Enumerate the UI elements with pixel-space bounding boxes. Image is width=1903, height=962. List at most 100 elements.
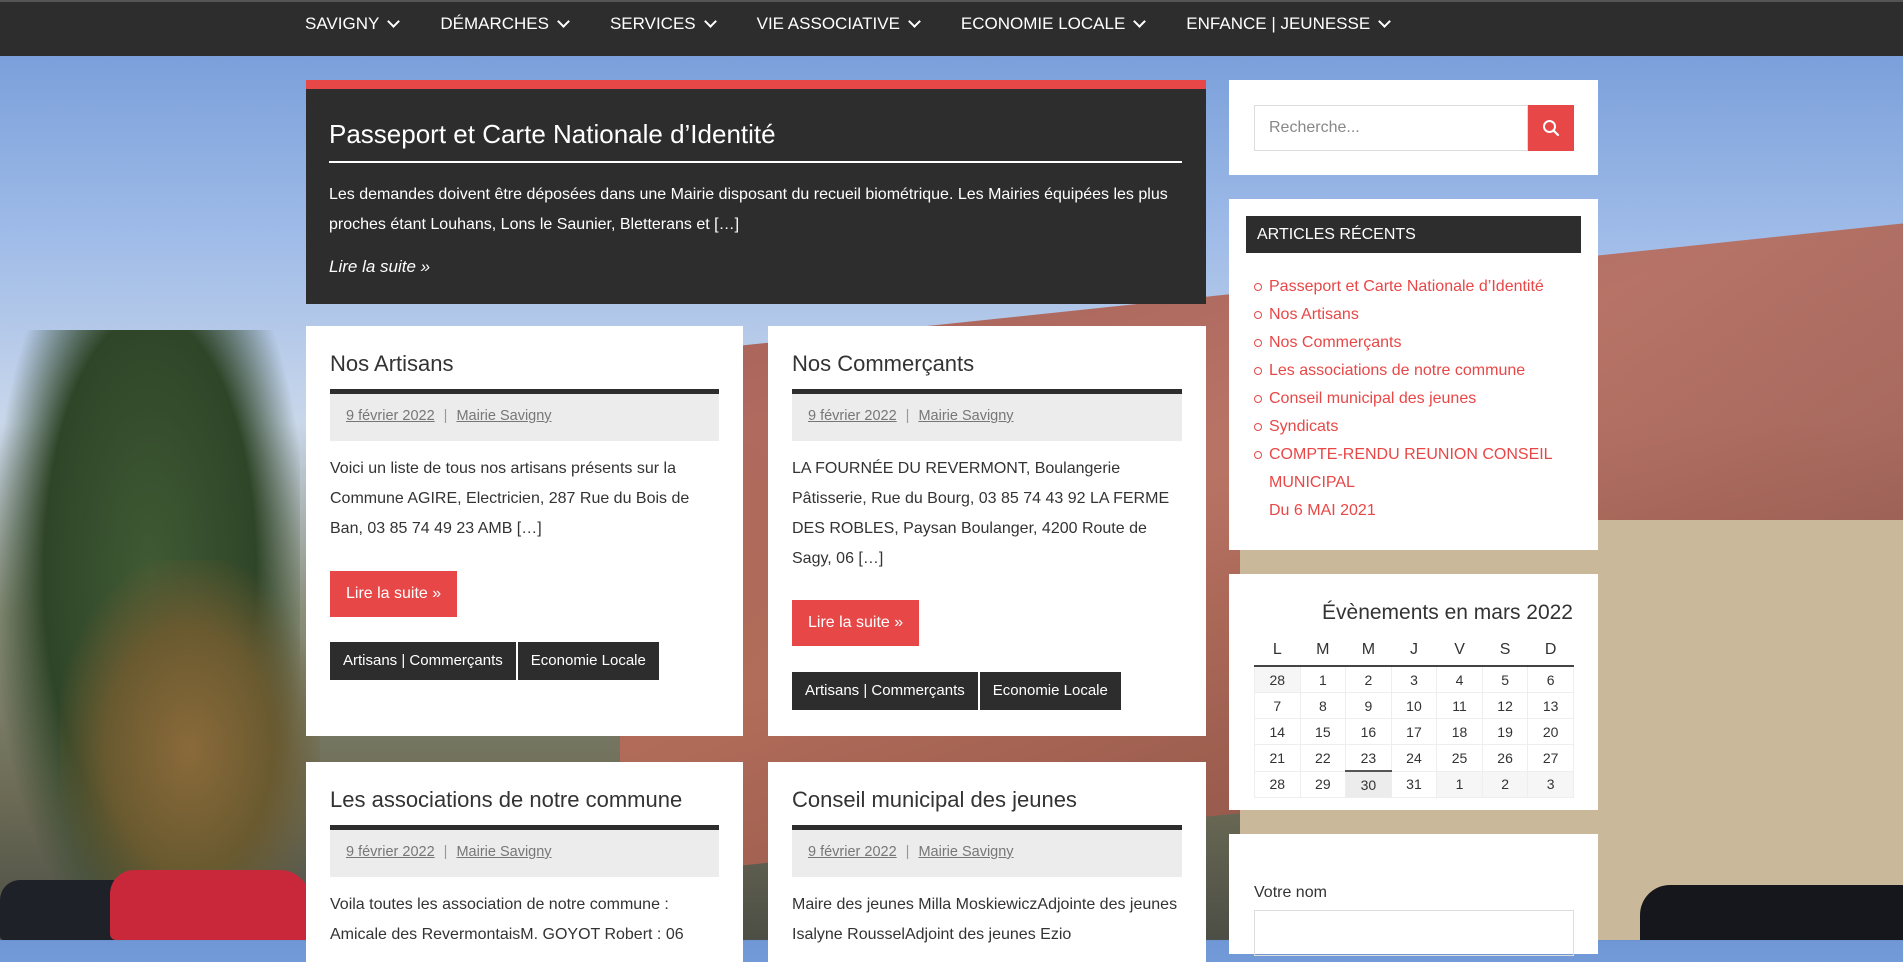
calendar-day[interactable]: 31 [1390,770,1438,798]
calendar-day[interactable]: 21 [1254,744,1301,772]
calendar-day[interactable]: 26 [1481,744,1529,772]
calendar-day[interactable]: 10 [1390,692,1438,719]
calendar-day[interactable]: 25 [1436,744,1483,772]
chevron-down-icon [703,15,717,28]
search-widget: Recherche... [1229,80,1598,175]
calendar-week: 28 29 30 31 1 2 3 [1254,770,1574,798]
post-title[interactable]: Nos Commerçants [792,351,974,377]
read-more-button[interactable]: Lire la suite » [792,600,920,646]
featured-divider [329,161,1182,163]
calendar-day[interactable]: 6 [1527,665,1574,693]
calendar-day[interactable]: 3 [1390,665,1438,693]
read-more-button[interactable]: Lire la suite » [330,571,458,617]
calendar-week: 14 15 16 17 18 19 20 [1254,718,1574,745]
events-calendar-widget: Évènements en mars 2022 LMMJVSD 28 1 2 3 4 5 6… [1229,574,1598,810]
tag-artisans-commercants[interactable]: Artisans | Commerçants [330,642,516,680]
calendar-day[interactable]: 7 [1254,692,1301,719]
post-title[interactable]: Conseil municipal des jeunes [792,787,1077,813]
post-tags: Artisans | Commerçants Economie Locale [792,672,1123,710]
calendar-weekday: M [1345,635,1392,667]
recent-post-link[interactable]: Passeport et Carte Nationale d’Identité [1254,273,1569,301]
recent-post-link[interactable]: Les associations de notre commune [1254,357,1569,385]
recent-post-link[interactable]: Nos Artisans [1254,301,1569,329]
nav-item-vie-associative[interactable]: VIE ASSOCIATIVE [757,2,921,46]
recent-post-link[interactable]: Nos Commerçants [1254,329,1569,357]
calendar-weekday: M [1300,635,1346,667]
chevron-down-icon [908,15,921,28]
post-author-link[interactable]: Mairie Savigny [456,408,551,424]
meta-separator: | [905,408,910,424]
post-date-link[interactable]: 9 février 2022 [808,844,897,860]
recent-post-link[interactable]: Conseil municipal des jeunes [1254,385,1569,413]
featured-read-more-link[interactable]: Lire la suite » [329,257,430,277]
recent-post-link[interactable]: Syndicats [1254,413,1569,441]
calendar-week: 7 8 9 10 11 12 13 [1254,692,1574,719]
calendar-day[interactable]: 28 [1254,770,1301,798]
calendar-day[interactable]: 22 [1299,744,1347,772]
calendar-day[interactable]: 13 [1527,692,1574,719]
featured-post-excerpt: Les demandes doivent être déposées dans … [329,186,1168,233]
post-date-link[interactable]: 9 février 2022 [808,408,897,424]
search-button[interactable] [1528,105,1574,151]
tag-economie-locale[interactable]: Economie Locale [517,642,659,680]
post-date-link[interactable]: 9 février 2022 [346,408,435,424]
calendar-day[interactable]: 2 [1345,665,1392,693]
calendar-title: Évènements en mars 2022 [1322,601,1573,624]
calendar-day[interactable]: 9 [1345,692,1392,719]
recent-post-link[interactable]: COMPTE-RENDU REUNION CONSEIL MUNICIPAL Du… [1254,441,1569,525]
nav-item-demarches[interactable]: DÉMARCHES [440,2,570,46]
calendar-week: 21 22 23 24 25 26 27 [1254,744,1574,772]
calendar-day[interactable]: 24 [1390,744,1438,772]
calendar-day[interactable]: 19 [1481,718,1529,745]
recent-posts-list: Passeport et Carte Nationale d’Identité … [1254,273,1569,525]
calendar-day[interactable]: 20 [1527,718,1574,745]
post-card-conseil-jeunes: Conseil municipal des jeunes 9 février 2… [768,762,1206,962]
calendar-day[interactable]: 3 [1527,770,1574,798]
nav-item-services[interactable]: SERVICES [610,2,717,46]
calendar-day[interactable]: 1 [1299,665,1347,693]
post-title[interactable]: Les associations de notre commune [330,787,682,813]
nav-item-enfance-jeunesse[interactable]: ENFANCE | JEUNESSE [1186,2,1392,46]
tag-economie-locale[interactable]: Economie Locale [979,672,1121,710]
search-input[interactable]: Recherche... [1254,105,1528,151]
post-card-associations: Les associations de notre commune 9 févr… [306,762,743,962]
post-author-link[interactable]: Mairie Savigny [918,408,1013,424]
calendar-day[interactable]: 18 [1436,718,1483,745]
nav-item-savigny[interactable]: SAVIGNY [305,2,401,46]
calendar-day[interactable]: 30 [1345,770,1392,798]
calendar-week: 28 1 2 3 4 5 6 [1254,665,1574,693]
calendar-day[interactable]: 11 [1436,692,1483,719]
calendar-day[interactable]: 27 [1527,744,1574,772]
calendar-day[interactable]: 1 [1436,770,1483,798]
calendar-day[interactable]: 17 [1390,718,1438,745]
contact-form-widget: Votre nom [1229,834,1598,956]
nav-item-economie-locale[interactable]: ECONOMIE LOCALE [961,2,1147,46]
calendar-day[interactable]: 16 [1345,718,1392,745]
post-title[interactable]: Nos Artisans [330,351,454,377]
calendar-day[interactable]: 28 [1254,665,1301,693]
post-meta: 9 février 2022 | Mairie Savigny [792,389,1182,441]
calendar-day[interactable]: 8 [1299,692,1347,719]
calendar-day[interactable]: 15 [1299,718,1347,745]
post-excerpt: Maire des jeunes Milla MoskiewiczAdjoint… [792,896,1178,943]
calendar-day[interactable]: 4 [1436,665,1483,693]
post-meta: 9 février 2022 | Mairie Savigny [330,389,719,441]
featured-post-title[interactable]: Passeport et Carte Nationale d’Identité [329,119,776,150]
calendar-day[interactable]: 5 [1481,665,1529,693]
calendar-day[interactable]: 14 [1254,718,1301,745]
calendar-day[interactable]: 12 [1481,692,1529,719]
background-car-right [1640,885,1903,940]
chevron-down-icon [387,15,401,28]
post-author-link[interactable]: Mairie Savigny [456,844,551,860]
calendar-day[interactable]: 23 [1345,744,1392,772]
calendar-weekday: D [1527,635,1574,667]
post-author-link[interactable]: Mairie Savigny [918,844,1013,860]
post-date-link[interactable]: 9 février 2022 [346,844,435,860]
post-meta: 9 février 2022 | Mairie Savigny [792,825,1182,877]
name-field[interactable] [1254,910,1574,956]
calendar-day[interactable]: 29 [1299,770,1347,798]
calendar-day[interactable]: 2 [1481,770,1529,798]
search-icon [1543,120,1560,137]
post-card-commercants: Nos Commerçants 9 février 2022 | Mairie Sa… [768,326,1206,736]
tag-artisans-commercants[interactable]: Artisans | Commerçants [792,672,978,710]
